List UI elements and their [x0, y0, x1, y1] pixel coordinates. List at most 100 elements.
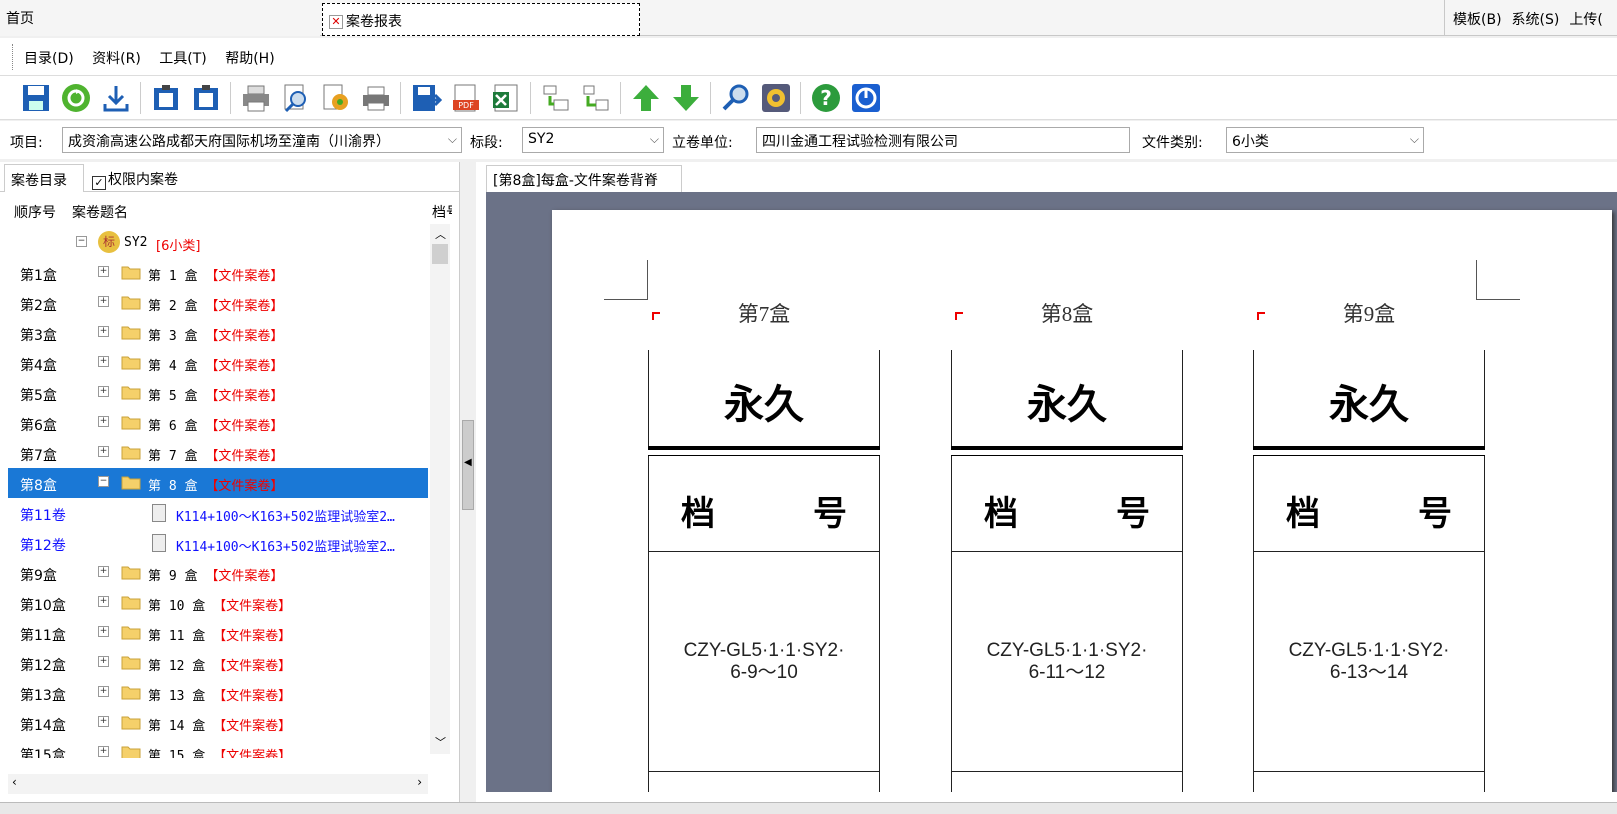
scroll-down-icon[interactable]: ﹀: [435, 734, 446, 750]
settings-icon[interactable]: [320, 82, 352, 114]
tab-spine-report-label: [第8盒]每盒-文件案卷背脊: [493, 173, 658, 189]
scroll-thumb[interactable]: [432, 244, 448, 264]
expand-icon[interactable]: +: [98, 446, 109, 457]
menu-template[interactable]: 模板(B): [1453, 12, 1502, 28]
expand-icon[interactable]: +: [98, 596, 109, 607]
tab-bar: 首页 ✕ 案卷报表 模板(B) 系统(S) 上传(: [0, 0, 1617, 36]
tab-spine-report[interactable]: [第8盒]每盒-文件案卷背脊: [486, 165, 682, 192]
tree-box-row[interactable]: 第2盒 + 第 2 盒 【文件案卷】: [8, 288, 428, 318]
expand-icon[interactable]: +: [98, 566, 109, 577]
expand-icon[interactable]: +: [98, 746, 109, 757]
expand-icon[interactable]: +: [98, 686, 109, 697]
document-icon: [152, 534, 166, 552]
menu-tools[interactable]: 工具(T): [159, 51, 206, 67]
category-select[interactable]: 6小类 ⌵: [1226, 127, 1424, 153]
expand-icon[interactable]: +: [98, 656, 109, 667]
panel-splitter[interactable]: ◀: [462, 420, 474, 510]
col-title[interactable]: 案卷题名: [72, 202, 128, 222]
tree-box-row[interactable]: 第3盒 + 第 3 盒 【文件案卷】: [8, 318, 428, 348]
report-panel: [第8盒]每盒-文件案卷背脊 第7盒 永久档号 CZY-GL5·1·1·SY2· 6-…: [476, 162, 1617, 802]
tree-box-row[interactable]: 第11盒 + 第 11 盒 【文件案卷】: [8, 618, 428, 648]
tab-report[interactable]: ✕ 案卷报表: [322, 3, 640, 36]
save-icon[interactable]: [20, 82, 52, 114]
menu-catalog[interactable]: 目录(D): [24, 51, 74, 67]
project-value: 成资渝高速公路成都天府国际机场至潼南（川渝界）: [68, 134, 390, 150]
expand-icon[interactable]: +: [98, 326, 109, 337]
tree-volume-row[interactable]: 第11卷 K114+100～K163+502监理试验室2…: [8, 498, 428, 528]
tree-volume-row[interactable]: 第12卷 K114+100～K163+502监理试验室2…: [8, 528, 428, 558]
col-archive[interactable]: 档号: [432, 202, 452, 222]
expand-icon[interactable]: +: [98, 356, 109, 367]
expand-icon[interactable]: +: [98, 266, 109, 277]
collapse-arrow-icon[interactable]: ◀: [464, 457, 472, 468]
col-seq[interactable]: 顺序号: [14, 202, 56, 222]
tree-box-row[interactable]: 第7盒 + 第 7 盒 【文件案卷】: [8, 438, 428, 468]
gear-icon[interactable]: [760, 82, 792, 114]
menu-system[interactable]: 系统(S): [1512, 12, 1560, 28]
collapse-icon[interactable]: −: [76, 236, 87, 247]
refresh-icon[interactable]: [60, 82, 92, 114]
permission-checkbox[interactable]: ✓ 权限内案卷: [92, 169, 178, 190]
unit-input[interactable]: 四川金通工程试验检测有限公司: [756, 127, 1130, 153]
tree-box-row[interactable]: 第15盒 + 第 15 盒 【文件案卷】: [8, 738, 428, 758]
tree-box-row[interactable]: 第10盒 + 第 10 盒 【文件案卷】: [8, 588, 428, 618]
print-preview-icon[interactable]: [280, 82, 312, 114]
row-title: K114+100～K163+502监理试验室2…: [176, 510, 395, 525]
tree-box-row[interactable]: 第8盒 − 第 8 盒 【文件案卷】: [8, 468, 428, 498]
tree-box-row[interactable]: 第4盒 + 第 4 盒 【文件案卷】: [8, 348, 428, 378]
scroll-left-icon[interactable]: ‹: [12, 775, 17, 789]
tree-box-row[interactable]: 第9盒 + 第 9 盒 【文件案卷】: [8, 558, 428, 588]
expand-icon[interactable]: +: [98, 386, 109, 397]
print-icon[interactable]: [240, 82, 272, 114]
catalog-tree: − 标 SY2 [6小类] 第1盒 + 第 1 盒 【文件案卷】 第2盒 + 第 2 盒 …: [8, 228, 428, 758]
expand-icon[interactable]: +: [98, 626, 109, 637]
crop-mark: [604, 260, 648, 300]
expand-icon[interactable]: +: [98, 416, 109, 427]
toolbar: PDF ?: [0, 76, 1617, 120]
tree-box-row[interactable]: 第13盒 + 第 13 盒 【文件案卷】: [8, 678, 428, 708]
arrow-up-icon[interactable]: [630, 82, 662, 114]
row-tag: 【文件案卷】: [205, 569, 284, 584]
menu-upload[interactable]: 上传(: [1569, 12, 1602, 28]
tab-catalog[interactable]: 案卷目录: [4, 164, 84, 192]
tree-box-row[interactable]: 第6盒 + 第 6 盒 【文件案卷】: [8, 408, 428, 438]
search-icon[interactable]: [720, 82, 752, 114]
tree-scrollbar[interactable]: ︿ ﹀: [430, 224, 450, 754]
tree-box-row[interactable]: 第14盒 + 第 14 盒 【文件案卷】: [8, 708, 428, 738]
export-icon[interactable]: [410, 82, 443, 114]
spine-archive-code: CZY-GL5·1·1·SY2· 6-9～10: [648, 552, 880, 772]
paste-icon[interactable]: [150, 82, 182, 114]
folder-icon: [121, 386, 141, 400]
scroll-up-icon[interactable]: ︿: [435, 226, 446, 242]
info-icon[interactable]: [850, 82, 882, 114]
expand-icon[interactable]: +: [98, 296, 109, 307]
collapse-icon[interactable]: −: [98, 476, 109, 487]
project-select[interactable]: 成资渝高速公路成都天府国际机场至潼南（川渝界） ⌵: [62, 127, 462, 153]
section-label: 标段:: [470, 135, 503, 151]
row-tag: 【文件案卷】: [205, 359, 284, 374]
tab-home[interactable]: 首页: [0, 0, 320, 36]
help-icon[interactable]: ?: [810, 82, 842, 114]
close-icon[interactable]: ✕: [329, 15, 343, 29]
pdf-icon[interactable]: PDF: [450, 82, 482, 114]
tree-hscrollbar[interactable]: ‹ ›: [8, 774, 428, 794]
move-icon[interactable]: [540, 82, 572, 114]
toolbar-separator: [800, 82, 801, 114]
transfer-icon[interactable]: [580, 82, 612, 114]
menu-help[interactable]: 帮助(H): [225, 51, 274, 67]
printer-icon[interactable]: [360, 82, 392, 114]
scroll-right-icon[interactable]: ›: [417, 775, 422, 789]
section-select[interactable]: SY2 ⌵: [522, 127, 664, 153]
tree-box-row[interactable]: 第1盒 + 第 1 盒 【文件案卷】: [8, 258, 428, 288]
menu-data[interactable]: 资料(R): [92, 51, 141, 67]
expand-icon[interactable]: +: [98, 716, 109, 727]
tree-root[interactable]: − 标 SY2 [6小类]: [8, 228, 428, 258]
download-icon[interactable]: [100, 82, 132, 114]
tree-box-row[interactable]: 第5盒 + 第 5 盒 【文件案卷】: [8, 378, 428, 408]
section-value: SY2: [528, 131, 555, 147]
excel-icon[interactable]: [490, 82, 522, 114]
tree-box-row[interactable]: 第12盒 + 第 12 盒 【文件案卷】: [8, 648, 428, 678]
row-title: 第 5 盒 【文件案卷】: [148, 385, 283, 404]
paste-all-icon[interactable]: [190, 82, 222, 114]
arrow-down-icon[interactable]: [670, 82, 702, 114]
